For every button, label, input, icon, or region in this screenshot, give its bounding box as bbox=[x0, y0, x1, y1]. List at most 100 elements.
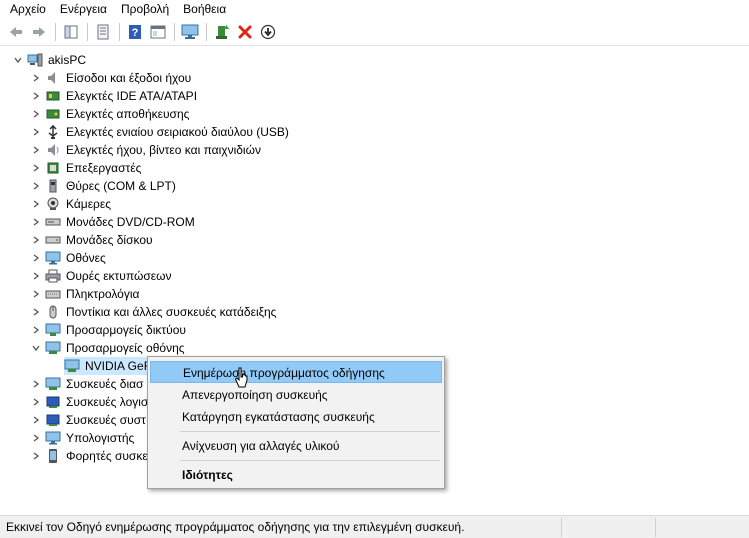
chevron-right-icon[interactable] bbox=[30, 141, 42, 159]
tree-category-item[interactable]: Συσκευές λογισ bbox=[30, 393, 148, 411]
chevron-right-icon[interactable] bbox=[30, 213, 42, 231]
tree-category-label: Προσαρμογείς οθόνης bbox=[66, 341, 185, 355]
chevron-right-icon[interactable] bbox=[30, 321, 42, 339]
tree-category-item[interactable]: Κάμερες bbox=[30, 195, 111, 213]
tree-category-item[interactable]: Οθόνες bbox=[30, 249, 106, 267]
chevron-right-icon[interactable] bbox=[30, 447, 42, 465]
back-button[interactable] bbox=[6, 22, 26, 42]
svg-text:?: ? bbox=[132, 27, 139, 39]
download-button[interactable] bbox=[258, 22, 278, 42]
tree-category-label: Μονάδες δίσκου bbox=[66, 233, 153, 247]
status-text: Εκκινεί τον Οδηγό ενημέρωσης προγράμματο… bbox=[6, 520, 465, 534]
tree-category-item[interactable]: Μονάδες δίσκου bbox=[30, 231, 153, 249]
tree-child-label: NVIDIA GeF bbox=[85, 359, 152, 373]
computer-icon bbox=[27, 52, 43, 68]
tree-category-item[interactable]: Προσαρμογείς δικτύου bbox=[30, 321, 186, 339]
dvd-icon bbox=[45, 214, 61, 230]
tree-category-label: Ουρές εκτυπώσεων bbox=[66, 269, 172, 283]
show-hide-tree-icon bbox=[64, 25, 78, 39]
forward-arrow-icon bbox=[33, 27, 45, 37]
uninstall-button[interactable] bbox=[235, 22, 255, 42]
storage-icon bbox=[45, 106, 61, 122]
disable-device-menu-item[interactable]: Απενεργοποίηση συσκευής bbox=[150, 384, 442, 406]
tree-category-label: Συσκευές διασ bbox=[66, 377, 144, 391]
tree-category-label: Θύρες (COM & LPT) bbox=[66, 179, 176, 193]
chevron-down-icon[interactable] bbox=[12, 51, 24, 69]
tree-category-item[interactable]: Ελεγκτές IDE ATA/ATAPI bbox=[30, 87, 197, 105]
tree-category-label: Ελεγκτές ήχου, βίντεο και παιχνιδιών bbox=[66, 143, 261, 157]
system-device-icon bbox=[45, 412, 61, 428]
tree-category-item[interactable]: Ελεγκτές αποθήκευσης bbox=[30, 105, 189, 123]
chevron-right-icon[interactable] bbox=[30, 393, 42, 411]
menu-file[interactable]: Αρχείο bbox=[3, 0, 53, 19]
tree-category-label: Πληκτρολόγια bbox=[66, 287, 140, 301]
properties-menu-item[interactable]: Ιδιότητες bbox=[150, 464, 442, 486]
tree-category-item[interactable]: Φορητές συσκε bbox=[30, 447, 148, 465]
chevron-right-icon[interactable] bbox=[30, 105, 42, 123]
status-bar: Εκκινεί τον Οδηγό ενημέρωσης προγράμματο… bbox=[0, 515, 749, 538]
properties-button[interactable] bbox=[93, 22, 113, 42]
cpu-icon bbox=[45, 160, 61, 176]
chevron-down-icon[interactable] bbox=[30, 339, 42, 357]
menu-bar: Αρχείο Ενέργεια Προβολή Βοήθεια bbox=[0, 0, 749, 19]
update-driver-icon bbox=[216, 25, 229, 39]
tree-category-item[interactable]: Προσαρμογείς οθόνης bbox=[30, 339, 185, 357]
forward-button[interactable] bbox=[29, 22, 49, 42]
help-icon: ? bbox=[129, 25, 141, 39]
tree-category-item[interactable]: Είσοδοι και έξοδοι ήχου bbox=[30, 69, 191, 87]
chevron-right-icon[interactable] bbox=[30, 69, 42, 87]
tree-category-item[interactable]: Συσκευές συστ bbox=[30, 411, 146, 429]
tree-category-item[interactable]: Ελεγκτές ήχου, βίντεο και παιχνιδιών bbox=[30, 141, 261, 159]
chevron-right-icon[interactable] bbox=[30, 303, 42, 321]
chevron-right-icon[interactable] bbox=[30, 285, 42, 303]
show-hide-tree-button[interactable] bbox=[61, 22, 81, 42]
speaker-icon bbox=[45, 70, 61, 86]
tree-category-label: Προσαρμογείς δικτύου bbox=[66, 323, 186, 337]
tree-child-item[interactable]: NVIDIA GeF bbox=[64, 357, 158, 375]
tree-root[interactable]: akisPC bbox=[12, 51, 86, 69]
chevron-right-icon[interactable] bbox=[30, 159, 42, 177]
printer-icon bbox=[45, 268, 61, 284]
panel-button[interactable] bbox=[148, 22, 168, 42]
toolbar-separator bbox=[119, 23, 120, 41]
controller-icon bbox=[45, 88, 61, 104]
tree-category-item[interactable]: Θύρες (COM & LPT) bbox=[30, 177, 176, 195]
chevron-right-icon[interactable] bbox=[30, 267, 42, 285]
camera-icon bbox=[45, 196, 61, 212]
menu-help[interactable]: Βοήθεια bbox=[176, 0, 233, 19]
chevron-right-icon[interactable] bbox=[30, 231, 42, 249]
tree-category-label: Ελεγκτές αποθήκευσης bbox=[66, 107, 190, 121]
network-icon bbox=[45, 322, 61, 338]
chevron-right-icon[interactable] bbox=[30, 411, 42, 429]
tree-category-item[interactable]: Ελεγκτές ενιαίου σειριακού διαύλου (USB) bbox=[30, 123, 289, 141]
update-driver-menu-item[interactable]: Ενημέρωση προγράμματος οδήγησης bbox=[150, 361, 442, 383]
chevron-right-icon[interactable] bbox=[30, 123, 42, 141]
chevron-right-icon[interactable] bbox=[30, 195, 42, 213]
menu-view[interactable]: Προβολή bbox=[114, 0, 176, 19]
chevron-right-icon[interactable] bbox=[30, 429, 42, 447]
keyboard-icon bbox=[45, 286, 61, 302]
uninstall-device-menu-item[interactable]: Κατάργηση εγκατάστασης συσκευής bbox=[150, 406, 442, 428]
tree-category-label: Είσοδοι και έξοδοι ήχου bbox=[66, 71, 192, 85]
tree-category-label: Ποντίκια και άλλες συσκευές κατάδειξης bbox=[66, 305, 277, 319]
tree-category-item[interactable]: Επεξεργαστές bbox=[30, 159, 141, 177]
tree-category-item[interactable]: Υπολογιστής bbox=[30, 429, 134, 447]
chevron-right-icon[interactable] bbox=[30, 177, 42, 195]
context-menu: Ενημέρωση προγράμματος οδήγησης Απενεργο… bbox=[147, 356, 445, 489]
scan-hardware-menu-item[interactable]: Ανίχνευση για αλλαγές υλικού bbox=[150, 435, 442, 457]
help-button[interactable]: ? bbox=[125, 22, 145, 42]
tree-category-label: Ελεγκτές IDE ATA/ATAPI bbox=[66, 89, 198, 103]
menu-action[interactable]: Ενέργεια bbox=[53, 0, 114, 19]
chevron-right-icon[interactable] bbox=[30, 375, 42, 393]
chevron-right-icon[interactable] bbox=[30, 249, 42, 267]
tree-category-item[interactable]: Ουρές εκτυπώσεων bbox=[30, 267, 171, 285]
disk-icon bbox=[45, 232, 61, 248]
update-driver-button[interactable] bbox=[212, 22, 232, 42]
scan-hardware-button[interactable] bbox=[180, 22, 200, 42]
chevron-right-icon[interactable] bbox=[30, 87, 42, 105]
tree-category-item[interactable]: Ποντίκια και άλλες συσκευές κατάδειξης bbox=[30, 303, 276, 321]
tree-category-label: Συσκευές λογισ bbox=[66, 395, 149, 409]
tree-category-item[interactable]: Πληκτρολόγια bbox=[30, 285, 139, 303]
tree-category-item[interactable]: Μονάδες DVD/CD-ROM bbox=[30, 213, 195, 231]
tree-category-item[interactable]: Συσκευές διασ bbox=[30, 375, 143, 393]
